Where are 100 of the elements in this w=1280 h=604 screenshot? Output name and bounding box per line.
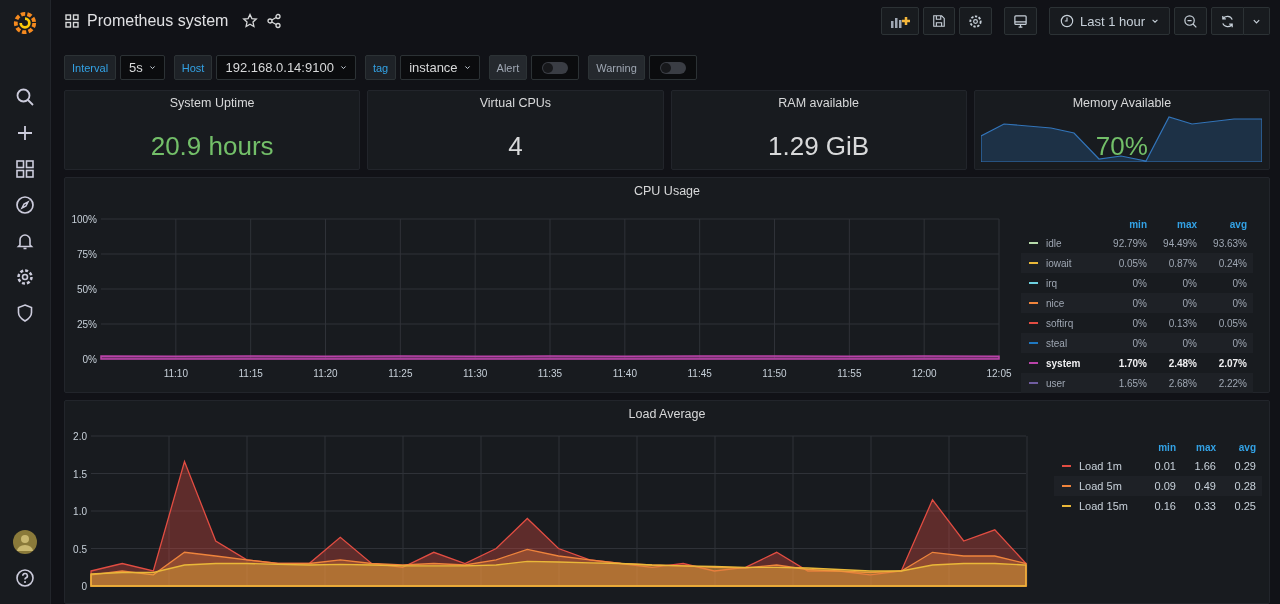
settings-icon[interactable]: [15, 267, 35, 287]
compass-icon[interactable]: [15, 195, 35, 215]
x-axis-label: 11:25: [388, 368, 413, 380]
legend-column-header[interactable]: max: [1147, 219, 1197, 230]
legend-value: 0.29: [1233, 460, 1256, 473]
x-axis-label: 11:30: [463, 368, 488, 380]
dashboards-icon[interactable]: [15, 159, 35, 179]
legend-value: 92.79%: [1112, 238, 1147, 249]
legend-series-name[interactable]: nice: [1046, 298, 1065, 309]
x-axis-label: 11:15: [238, 368, 263, 380]
zoom-out-button[interactable]: [1174, 7, 1207, 36]
legend-column-header[interactable]: min: [1136, 442, 1176, 453]
y-axis-label: 100%: [71, 214, 97, 226]
help-icon[interactable]: [15, 568, 35, 588]
legend-value: 2.48%: [1167, 358, 1197, 369]
legend-value: 1.70%: [1117, 358, 1147, 369]
y-axis-label: 1.0: [73, 506, 87, 518]
legend-series-name[interactable]: iowait: [1046, 258, 1072, 269]
y-axis-label: 50%: [77, 284, 97, 296]
avatar-icon[interactable]: [13, 530, 37, 554]
legend-value: 0.28: [1233, 480, 1256, 493]
y-axis-label: 1.5: [73, 469, 87, 480]
refresh-icon: [1220, 13, 1235, 29]
variable-dropdown[interactable]: 5s: [120, 55, 165, 80]
bell-icon[interactable]: [15, 231, 35, 251]
legend-series-name[interactable]: Load 1m: [1079, 460, 1122, 473]
caret-icon: [339, 64, 347, 71]
settings-button[interactable]: [958, 7, 992, 36]
stat-value: 1.29 GiB: [768, 130, 870, 162]
plus-icon[interactable]: [15, 123, 35, 143]
legend-value: 2.07%: [1217, 358, 1247, 369]
x-axis-label: 11:35: [537, 368, 563, 380]
search-icon[interactable]: [15, 87, 35, 107]
legend-column-header[interactable]: max: [1176, 442, 1216, 453]
zoom-out-icon: [1183, 13, 1198, 29]
legend-column-header[interactable]: avg: [1197, 219, 1247, 230]
legend-value: 94.49%: [1162, 238, 1197, 249]
toggle-switch[interactable]: [659, 61, 686, 74]
shield-icon[interactable]: [15, 303, 35, 323]
y-axis-label: 2.0: [73, 431, 87, 443]
stat-value: 4: [508, 130, 523, 162]
x-axis-label: 12:05: [986, 368, 1012, 380]
dashboard-title[interactable]: Prometheus system: [87, 12, 229, 31]
legend-value: 1.66: [1193, 460, 1216, 473]
legend-value: 1.65%: [1117, 378, 1147, 389]
variable-label: Interval: [64, 55, 117, 80]
variable-dropdown[interactable]: instance: [400, 55, 480, 80]
variable-label: Host: [173, 55, 213, 80]
y-axis-label: 25%: [77, 319, 97, 331]
x-axis-label: 12:00: [911, 368, 937, 380]
caret-icon: [148, 64, 156, 71]
x-axis-label: 11:40: [612, 368, 637, 380]
legend-value: 0%: [1131, 298, 1147, 309]
legend-value: 2.22%: [1217, 378, 1247, 389]
add-panel-button[interactable]: [880, 7, 919, 36]
legend-column-header[interactable]: min: [1097, 219, 1147, 230]
legend-series-name[interactable]: Load 15m: [1079, 500, 1128, 513]
tv-mode-button[interactable]: [1003, 7, 1037, 36]
save-icon: [931, 14, 946, 29]
panel-title[interactable]: CPU Usage: [634, 184, 700, 199]
caret-icon: [463, 64, 471, 71]
legend-value: 0.05%: [1217, 318, 1247, 329]
x-axis-label: 11:45: [687, 368, 712, 380]
x-axis-label: 11:20: [313, 368, 338, 380]
legend-value: 0.13%: [1167, 318, 1197, 329]
variable-label: tag: [364, 55, 397, 80]
panel-title[interactable]: RAM available: [778, 95, 859, 110]
refresh-button[interactable]: [1211, 7, 1244, 36]
legend-value: 0.24%: [1217, 258, 1247, 269]
legend-value: 0.16: [1153, 500, 1176, 513]
panel-title[interactable]: Memory Available: [1072, 95, 1172, 110]
save-button[interactable]: [922, 7, 955, 36]
panel-title[interactable]: System Uptime: [169, 95, 255, 110]
legend-series-name[interactable]: steal: [1046, 338, 1068, 349]
legend-series-name[interactable]: Load 5m: [1079, 480, 1122, 493]
legend-series-name[interactable]: irq: [1046, 278, 1058, 289]
panel-title[interactable]: Load Average: [628, 407, 706, 422]
legend-value: 0.87%: [1167, 258, 1197, 269]
legend-value: 0%: [1231, 298, 1247, 309]
variable-label: Warning: [588, 55, 645, 80]
legend-series-name[interactable]: idle: [1046, 238, 1062, 249]
toggle-switch[interactable]: [542, 61, 569, 74]
legend-value: 0%: [1181, 298, 1197, 309]
legend-series-name[interactable]: softirq: [1046, 318, 1074, 329]
time-range-picker[interactable]: Last 1 hour: [1048, 7, 1170, 36]
legend-series-name[interactable]: user: [1046, 378, 1066, 389]
legend-series-name[interactable]: system: [1046, 358, 1081, 369]
legend-value: 0%: [1181, 278, 1197, 289]
legend-value: 0%: [1181, 338, 1197, 349]
star-icon[interactable]: [242, 13, 259, 30]
share-icon[interactable]: [266, 13, 283, 30]
logo-icon[interactable]: [12, 10, 38, 36]
legend-value: 0.49: [1193, 480, 1216, 493]
legend-value: 0%: [1131, 278, 1147, 289]
legend-column-header[interactable]: avg: [1216, 442, 1256, 453]
clock-icon: [1059, 14, 1074, 29]
panel-title[interactable]: Virtual CPUs: [479, 95, 552, 110]
variable-dropdown[interactable]: 192.168.0.14:9100: [216, 55, 356, 80]
legend-value: 0%: [1131, 338, 1147, 349]
x-axis-label: 11:10: [163, 368, 188, 380]
